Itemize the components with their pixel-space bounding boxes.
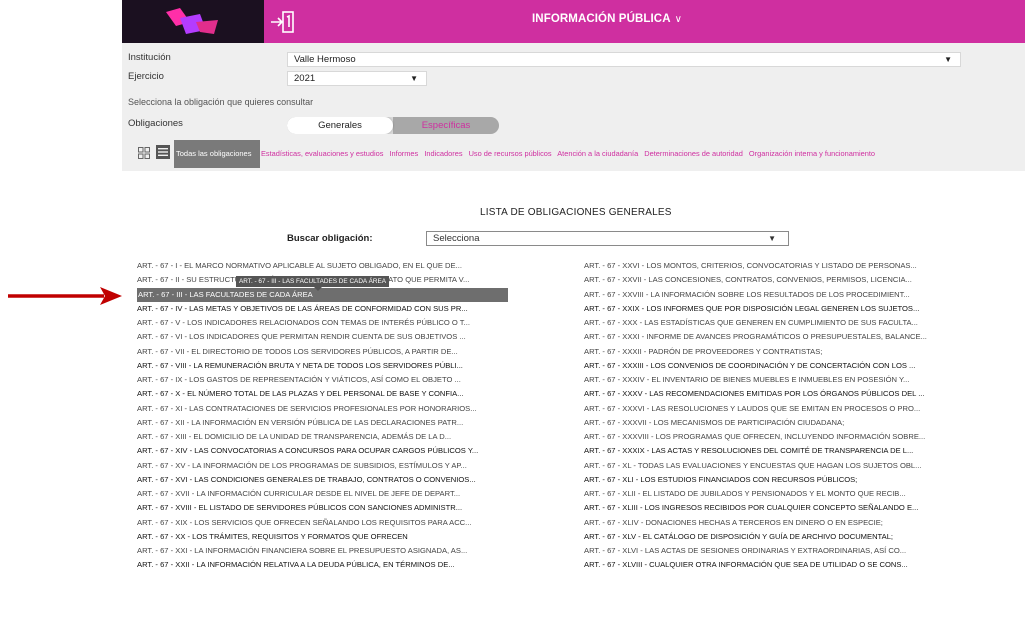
obligation-item[interactable]: ART. - 67 - XXXVII - LOS MECANISMOS DE P…: [584, 416, 964, 430]
red-arrow-icon: [8, 287, 122, 305]
obligation-item[interactable]: ART. - 67 - XXII - LA INFORMACIÓN RELATI…: [137, 558, 517, 572]
obligation-item[interactable]: ART. - 67 - VIII - LA REMUNERACIÓN BRUTA…: [137, 359, 517, 373]
obligation-item[interactable]: ART. - 67 - XLII - EL LISTADO DE JUBILAD…: [584, 487, 964, 501]
obligation-item[interactable]: ART. - 67 - XXVII - LAS CONCESIONES, CON…: [584, 273, 964, 287]
obligation-item[interactable]: ART. - 67 - XVIII - EL LISTADO DE SERVID…: [137, 501, 517, 515]
exit-icon[interactable]: [270, 10, 296, 34]
grid-view-icon[interactable]: [138, 147, 150, 159]
obligation-item[interactable]: ART. - 67 - XX - LOS TRÁMITES, REQUISITO…: [137, 530, 517, 544]
obligation-item[interactable]: ART. - 67 - XLVI - LAS ACTAS DE SESIONES…: [584, 544, 964, 558]
category-all[interactable]: Todas las obligaciones: [174, 140, 260, 168]
info-publica-title: INFORMACIÓN PÚBLICA: [532, 13, 671, 25]
obligation-item[interactable]: ART. - 67 - XXVI - LOS MONTOS, CRITERIOS…: [584, 259, 964, 273]
obligation-item[interactable]: ART. - 67 - IV - LAS METAS Y OBJETIVOS D…: [137, 302, 517, 316]
filter-panel: Institución Valle Hermoso ▼ Ejercicio 20…: [122, 43, 1025, 171]
obligation-item[interactable]: ART. - 67 - XV - LA INFORMACIÓN DE LOS P…: [137, 459, 517, 473]
obligation-item[interactable]: ART. - 67 - XXXIII - LOS CONVENIOS DE CO…: [584, 359, 964, 373]
category-link[interactable]: Informes: [389, 149, 418, 158]
obligation-item[interactable]: ART. - 67 - VII - EL DIRECTORIO DE TODOS…: [137, 345, 517, 359]
category-link[interactable]: Organización interna y funcionamiento: [749, 149, 875, 158]
obligation-item[interactable]: ART. - 67 - XXXVIII - LOS PROGRAMAS QUE …: [584, 430, 964, 444]
obligation-item[interactable]: ART. - 67 - XXXVI - LAS RESOLUCIONES Y L…: [584, 402, 964, 416]
obligation-item[interactable]: ART. - 67 - XXXIX - LAS ACTAS Y RESOLUCI…: [584, 444, 964, 458]
top-header-bar: INFORMACIÓN PÚBLICA ∨: [122, 0, 1025, 43]
obligation-item[interactable]: ART. - 67 - XXXI - INFORME DE AVANCES PR…: [584, 330, 964, 344]
obligation-item[interactable]: ART. - 67 - VI - LOS INDICADORES QUE PER…: [137, 330, 517, 344]
institucion-value: Valle Hermoso: [294, 54, 356, 65]
tooltip: ART. - 67 - III - LAS FACULTADES DE CADA…: [236, 276, 390, 291]
search-label: Buscar obligación:: [287, 233, 373, 244]
category-link[interactable]: Indicadores: [424, 149, 462, 158]
ejercicio-value: 2021: [294, 73, 316, 84]
info-publica-menu[interactable]: INFORMACIÓN PÚBLICA ∨: [532, 13, 682, 25]
obligaciones-toggle[interactable]: Específicas Generales: [287, 117, 499, 134]
toggle-especificas[interactable]: Específicas: [393, 117, 499, 134]
obligation-item[interactable]: ART. - 67 - XII - LA INFORMACIÓN EN VERS…: [137, 416, 517, 430]
toggle-generales[interactable]: Generales: [287, 117, 393, 134]
obligation-item[interactable]: ART. - 67 - XLVIII - CUALQUIER OTRA INFO…: [584, 558, 964, 572]
chevron-down-icon: ∨: [674, 14, 683, 25]
selection-hint: Selecciona la obligación que quieres con…: [128, 97, 314, 107]
obligation-item[interactable]: ART. - 67 - XIII - EL DOMICILIO DE LA UN…: [137, 430, 517, 444]
obligation-item[interactable]: ART. - 67 - XXXV - LAS RECOMENDACIONES E…: [584, 387, 964, 401]
obligaciones-label: Obligaciones: [128, 118, 183, 129]
obligation-item[interactable]: ART. - 67 - XXX - LAS ESTADÍSTICAS QUE G…: [584, 316, 964, 330]
obligation-item[interactable]: ART. - 67 - XXVIII - LA INFORMACIÓN SOBR…: [584, 288, 964, 302]
ejercicio-label: Ejercicio: [128, 71, 164, 82]
list-view-icon[interactable]: [156, 145, 170, 159]
obligations-list-right: ART. - 67 - XXVI - LOS MONTOS, CRITERIOS…: [584, 259, 964, 573]
search-value: Selecciona: [433, 233, 480, 244]
obligation-item[interactable]: ART. - 67 - XVI - LAS CONDICIONES GENERA…: [137, 473, 517, 487]
category-link[interactable]: Uso de recursos públicos: [469, 149, 552, 158]
obligation-item[interactable]: ART. - 67 - XVII - LA INFORMACIÓN CURRIC…: [137, 487, 517, 501]
obligation-item[interactable]: ART. - 67 - XLIV - DONACIONES HECHAS A T…: [584, 516, 964, 530]
caret-down-icon: ▼: [768, 234, 776, 243]
obligation-item[interactable]: ART. - 67 - XXXIV - EL INVENTARIO DE BIE…: [584, 373, 964, 387]
institucion-select[interactable]: Valle Hermoso ▼: [287, 52, 961, 67]
category-link[interactable]: Atención a la ciudadanía: [557, 149, 638, 158]
page: INFORMACIÓN PÚBLICA ∨ Institución Valle H…: [0, 0, 1029, 625]
obligation-item[interactable]: ART. - 67 - XLV - EL CATÁLOGO DE DISPOSI…: [584, 530, 964, 544]
obligation-item[interactable]: ART. - 67 - XXI - LA INFORMACIÓN FINANCI…: [137, 544, 517, 558]
caret-down-icon: ▼: [410, 74, 418, 83]
obligation-item[interactable]: ART. - 67 - XXXII - PADRÓN DE PROVEEDORE…: [584, 345, 964, 359]
obligation-item[interactable]: ART. - 67 - IX - LOS GASTOS DE REPRESENT…: [137, 373, 517, 387]
obligation-item[interactable]: ART. - 67 - X - EL NÚMERO TOTAL DE LAS P…: [137, 387, 517, 401]
obligations-list-left: ART. - 67 - I - EL MARCO NORMATIVO APLIC…: [137, 259, 517, 573]
ejercicio-select[interactable]: 2021 ▼: [287, 71, 427, 86]
obligation-item[interactable]: ART. - 67 - V - LOS INDICADORES RELACION…: [137, 316, 517, 330]
logo[interactable]: [122, 0, 264, 43]
obligation-item[interactable]: ART. - 67 - XLIII - LOS INGRESOS RECIBID…: [584, 501, 964, 515]
search-obligation-select[interactable]: Selecciona ▼: [426, 231, 789, 246]
category-links: Estadísticas, evaluaciones y estudios In…: [261, 149, 879, 158]
category-link[interactable]: Estadísticas, evaluaciones y estudios: [261, 149, 383, 158]
obligation-item[interactable]: ART. - 67 - XIX - LOS SERVICIOS QUE OFRE…: [137, 516, 517, 530]
obligation-item[interactable]: ART. - 67 - I - EL MARCO NORMATIVO APLIC…: [137, 259, 517, 273]
obligation-item[interactable]: ART. - 67 - III - LAS FACULTADES DE CADA…: [137, 287, 508, 302]
obligation-item[interactable]: ART. - 67 - XIV - LAS CONVOCATORIAS A CO…: [137, 444, 517, 458]
obligation-item[interactable]: ART. - 67 - XL - TODAS LAS EVALUACIONES …: [584, 459, 964, 473]
logo-mark-icon: [166, 8, 218, 34]
list-title: LISTA DE OBLIGACIONES GENERALES: [480, 207, 672, 218]
institucion-label: Institución: [128, 52, 171, 63]
obligation-item[interactable]: ART. - 67 - XLI - LOS ESTUDIOS FINANCIAD…: [584, 473, 964, 487]
category-link[interactable]: Determinaciones de autoridad: [644, 149, 743, 158]
obligation-item[interactable]: ART. - 67 - XXIX - LOS INFORMES QUE POR …: [584, 302, 964, 316]
caret-down-icon: ▼: [944, 55, 952, 64]
obligation-item[interactable]: ART. - 67 - XI - LAS CONTRATACIONES DE S…: [137, 402, 517, 416]
